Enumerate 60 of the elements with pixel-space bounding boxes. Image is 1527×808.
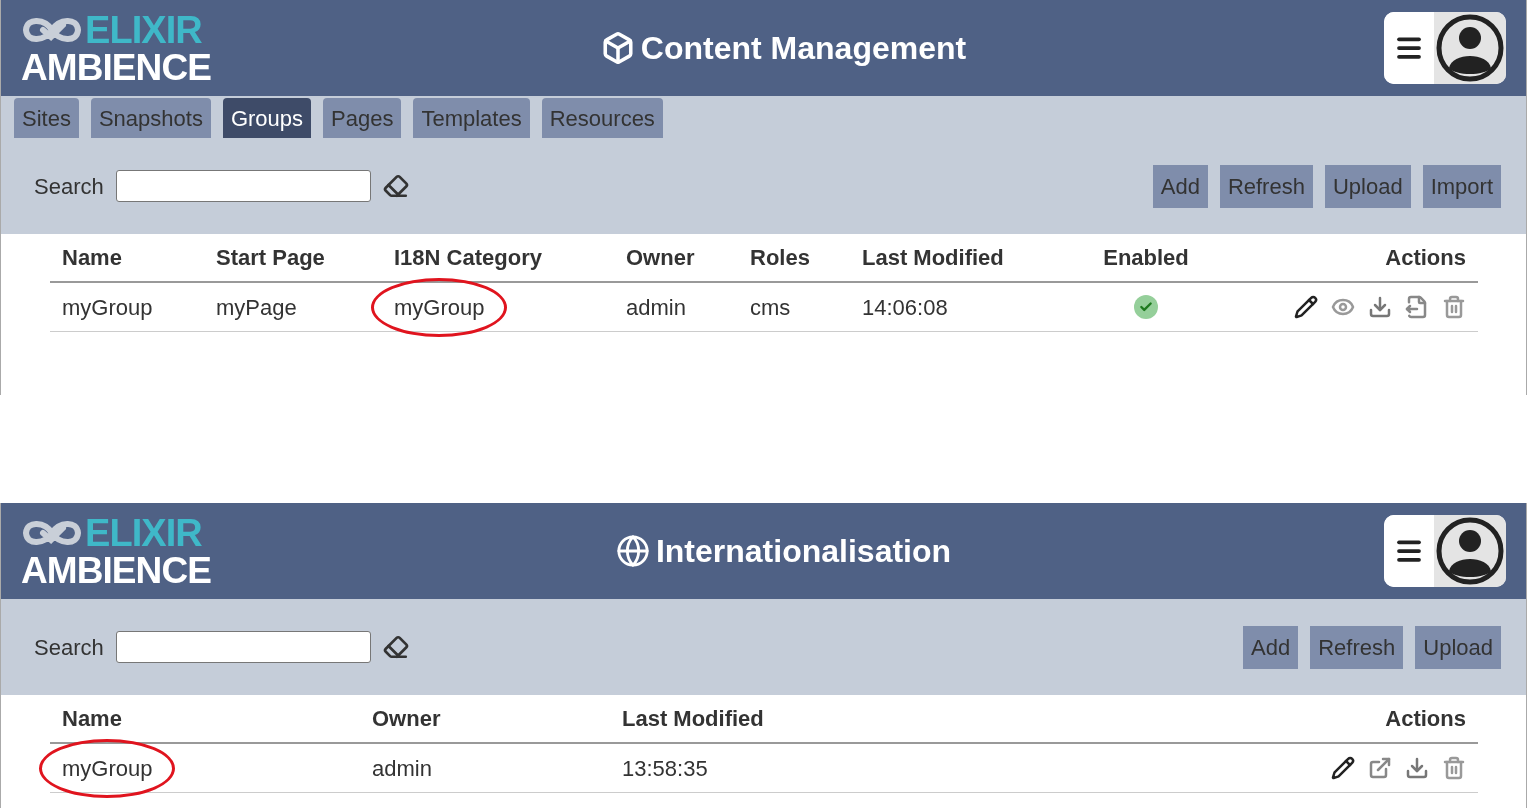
edit-button[interactable] <box>1294 295 1318 319</box>
page-title: Internationalisation <box>655 532 952 571</box>
user-avatar-button[interactable] <box>1434 12 1506 84</box>
table-cell: myGroup <box>62 755 153 781</box>
search-field[interactable] <box>115 170 371 202</box>
logo-text: AMBIENCE <box>21 551 211 589</box>
column-header: Last Modified <box>862 244 1004 272</box>
column-header: Owner <box>626 244 695 272</box>
globe-icon <box>615 534 650 568</box>
toolbar-button[interactable]: Add <box>1243 625 1299 669</box>
logo-text: AMBIENCE <box>21 48 211 86</box>
column-header: Start Page <box>216 244 325 272</box>
table-cell: myPage <box>216 294 297 320</box>
avatar-icon <box>1436 14 1504 82</box>
cube-icon <box>600 31 635 65</box>
table-cell: admin <box>372 755 432 781</box>
logo-text: ELIXIR <box>85 10 202 49</box>
toolbar-button[interactable]: Upload <box>1324 164 1411 208</box>
logo-text: ELIXIR <box>85 513 202 552</box>
search-label: Search <box>34 172 104 201</box>
tab[interactable]: Snapshots <box>90 98 211 138</box>
page-title: Content Management <box>640 29 967 68</box>
tab[interactable]: Pages <box>323 98 402 138</box>
table-cell: 14:06:08 <box>862 294 948 320</box>
table-cell: admin <box>626 294 686 320</box>
user-avatar-button[interactable] <box>1434 515 1506 587</box>
column-header: I18N Category <box>394 244 542 272</box>
delete-button[interactable] <box>1442 295 1466 319</box>
column-header: Last Modified <box>622 705 764 733</box>
search-field[interactable] <box>115 631 371 663</box>
toolbar-button[interactable]: Add <box>1152 164 1208 208</box>
toolbar-button[interactable]: Refresh <box>1219 164 1313 208</box>
tab[interactable]: Resources <box>541 98 663 138</box>
column-header: Roles <box>750 244 810 272</box>
export-button[interactable] <box>1405 295 1429 319</box>
table-cell: myGroup <box>62 294 153 320</box>
tab[interactable]: Groups <box>222 98 312 138</box>
clear-search-button[interactable] <box>382 173 409 199</box>
table-cell: 13:58:35 <box>622 755 708 781</box>
delete-button[interactable] <box>1442 756 1466 780</box>
column-header: Enabled <box>1103 244 1189 272</box>
column-header: Owner <box>372 705 441 733</box>
toolbar-button[interactable]: Upload <box>1415 625 1501 669</box>
column-header: Actions <box>1385 705 1466 733</box>
edit-button[interactable] <box>1331 756 1355 780</box>
column-header: Name <box>62 244 122 272</box>
tab[interactable]: Templates <box>413 98 530 138</box>
download-button[interactable] <box>1368 295 1392 319</box>
search-label: Search <box>34 633 104 662</box>
clear-search-button[interactable] <box>382 634 409 660</box>
tab[interactable]: Sites <box>14 98 79 138</box>
avatar-icon <box>1436 517 1504 585</box>
open-external-button[interactable] <box>1368 756 1392 780</box>
column-header: Name <box>62 705 122 733</box>
table-cell: cms <box>750 294 791 320</box>
download-button[interactable] <box>1405 756 1429 780</box>
toolbar-button[interactable]: Import <box>1422 164 1501 208</box>
column-header: Actions <box>1385 244 1466 272</box>
table-cell: myGroup <box>394 294 485 320</box>
toolbar-button[interactable]: Refresh <box>1310 625 1404 669</box>
